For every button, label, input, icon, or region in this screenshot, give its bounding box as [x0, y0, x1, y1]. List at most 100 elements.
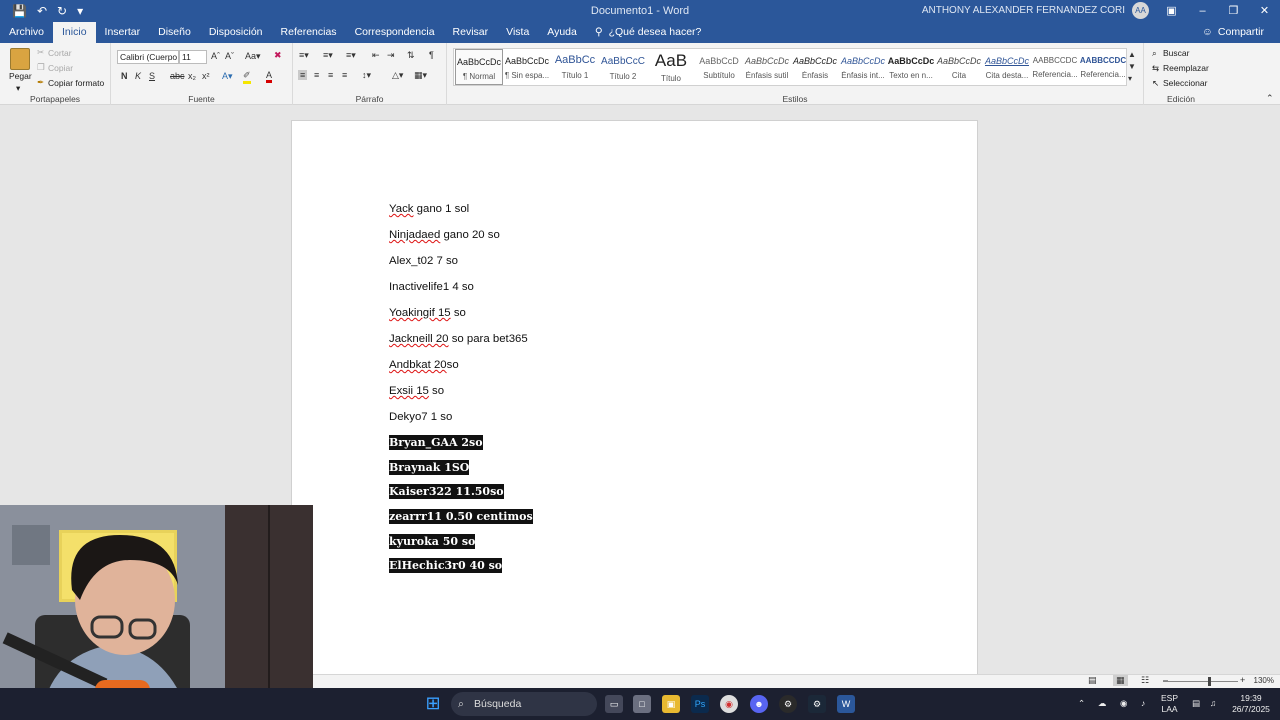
- numbering-icon[interactable]: ≡▾: [323, 50, 333, 61]
- zoom-in-icon[interactable]: +: [1240, 675, 1245, 685]
- clock[interactable]: 19:39 26/7/2025: [1228, 693, 1274, 715]
- doc-line[interactable]: Alex_t02 7 so: [389, 255, 458, 267]
- collapse-ribbon-icon[interactable]: ⌃: [1266, 93, 1274, 104]
- highlighted-line[interactable]: Kaiser322 11.50so: [389, 484, 504, 499]
- cut-button[interactable]: Cortar: [48, 48, 72, 58]
- tell-me-box[interactable]: ⚲ ¿Qué desea hacer?: [586, 22, 711, 43]
- italic-icon[interactable]: K: [135, 71, 141, 81]
- style-intense-quote[interactable]: AaBbCcDc Cita desta...: [983, 49, 1031, 85]
- app-icon[interactable]: □: [633, 695, 651, 713]
- avatar[interactable]: AA: [1132, 2, 1149, 19]
- bold-icon[interactable]: N: [121, 71, 128, 81]
- shrink-font-icon[interactable]: Aˇ: [225, 51, 234, 61]
- print-layout-icon[interactable]: ▦: [1113, 675, 1128, 686]
- discord-icon[interactable]: ☻: [750, 695, 768, 713]
- network-icon[interactable]: ▤: [1192, 698, 1200, 709]
- app-icon-2[interactable]: ⚙: [779, 695, 797, 713]
- doc-line[interactable]: Ninjadaed gano 20 so: [389, 229, 500, 241]
- change-case-icon[interactable]: Aa▾: [245, 51, 261, 62]
- highlighted-line[interactable]: zearrr11 0.50 centimos: [389, 509, 533, 524]
- style-subtle-emphasis[interactable]: AaBbCcDc Énfasis sutil: [743, 49, 791, 85]
- save-icon[interactable]: 💾: [12, 4, 27, 18]
- paste-button[interactable]: Pegar: [9, 71, 32, 81]
- styles-scroll-down-icon[interactable]: ▼: [1128, 62, 1136, 71]
- zoom-slider-thumb[interactable]: [1208, 677, 1211, 686]
- highlighted-line[interactable]: Bryan_GAA 2so: [389, 435, 483, 450]
- zoom-out-icon[interactable]: –: [1163, 675, 1168, 685]
- style-quote[interactable]: AaBbCcDc Cita: [935, 49, 983, 85]
- close-icon[interactable]: ✕: [1249, 0, 1280, 22]
- align-right-icon[interactable]: ≡: [328, 70, 333, 80]
- doc-line[interactable]: Andbkat 20so: [389, 359, 459, 371]
- chrome-icon[interactable]: ◉: [720, 695, 738, 713]
- zoom-slider[interactable]: [1163, 681, 1238, 682]
- tab-disposicion[interactable]: Disposición: [200, 22, 272, 43]
- redo-icon[interactable]: ↻: [57, 4, 67, 18]
- doc-line[interactable]: Inactivelife1 4 so: [389, 281, 474, 293]
- replace-button[interactable]: Reemplazar: [1163, 63, 1209, 73]
- doc-line[interactable]: Yack gano 1 sol: [389, 203, 469, 215]
- style-subtle-reference[interactable]: AABBCCDC Referencia...: [1031, 49, 1079, 85]
- style-title[interactable]: AaB Título: [647, 49, 695, 85]
- grow-font-icon[interactable]: Aˆ: [211, 51, 220, 61]
- copy-icon[interactable]: ❐: [37, 62, 45, 73]
- decrease-indent-icon[interactable]: ⇤: [372, 50, 380, 61]
- styles-more-icon[interactable]: ▾: [1128, 74, 1132, 83]
- copy-button[interactable]: Copiar: [48, 63, 73, 73]
- styles-scroll-up-icon[interactable]: ▲: [1128, 50, 1136, 59]
- align-center-icon[interactable]: ≡: [314, 70, 319, 80]
- format-painter-button[interactable]: Copiar formato: [48, 78, 104, 88]
- cloud-icon[interactable]: ☁: [1098, 698, 1107, 709]
- microphone-icon[interactable]: ♪: [1141, 698, 1145, 708]
- style-heading-2[interactable]: AaBbCcC Título 2: [599, 49, 647, 85]
- steam-icon[interactable]: ⚙: [808, 695, 826, 713]
- borders-icon[interactable]: ▦▾: [414, 70, 427, 81]
- share-button[interactable]: ☺ Compartir: [1202, 22, 1264, 43]
- doc-line[interactable]: Jackneill 20 so para bet365: [389, 333, 528, 345]
- highlighted-line[interactable]: ElHechic3r0 40 so: [389, 558, 503, 573]
- tab-revisar[interactable]: Revisar: [444, 22, 498, 43]
- underline-icon[interactable]: S: [149, 71, 155, 81]
- tray-chevron-icon[interactable]: ⌃: [1078, 698, 1085, 709]
- undo-icon[interactable]: ↶: [37, 4, 47, 18]
- clear-format-icon[interactable]: ✖: [274, 50, 282, 61]
- shading-icon[interactable]: △▾: [392, 70, 403, 81]
- tray-app-icon[interactable]: ◉: [1120, 698, 1127, 709]
- word-icon[interactable]: W: [837, 695, 855, 713]
- doc-line[interactable]: Yoakingif 15 so: [389, 307, 466, 319]
- multilevel-list-icon[interactable]: ≡▾: [346, 50, 356, 61]
- line-spacing-icon[interactable]: ↕▾: [362, 70, 371, 81]
- select-button[interactable]: Seleccionar: [1163, 78, 1207, 88]
- tab-referencias[interactable]: Referencias: [272, 22, 346, 43]
- zoom-level[interactable]: 130%: [1254, 676, 1274, 685]
- find-button[interactable]: Buscar: [1163, 48, 1189, 58]
- ribbon-display-icon[interactable]: ▣: [1156, 0, 1187, 22]
- style-subtitle[interactable]: AaBbCcD Subtítulo: [695, 49, 743, 85]
- style-intense-emphasis[interactable]: AaBbCcDc Énfasis int...: [839, 49, 887, 85]
- tab-vista[interactable]: Vista: [497, 22, 538, 43]
- justify-icon[interactable]: ≡: [342, 70, 347, 80]
- style-intense-reference[interactable]: AABBCCDC Referencia...: [1079, 49, 1127, 85]
- font-name-select[interactable]: Calibri (Cuerpo: [117, 50, 179, 64]
- brush-icon[interactable]: ✒: [37, 77, 44, 88]
- show-marks-icon[interactable]: ¶: [429, 50, 434, 60]
- scissors-icon[interactable]: ✂: [37, 47, 44, 58]
- highlighted-line[interactable]: kyuroka 50 so: [389, 534, 476, 549]
- tab-correspondencia[interactable]: Correspondencia: [346, 22, 444, 43]
- document-page[interactable]: Yack gano 1 sol Ninjadaed gano 20 so Ale…: [291, 120, 978, 680]
- volume-icon[interactable]: ♫: [1210, 698, 1216, 708]
- photoshop-icon[interactable]: Ps: [691, 695, 709, 713]
- restore-icon[interactable]: ❐: [1218, 0, 1249, 22]
- language-indicator[interactable]: ESP LAA: [1161, 693, 1178, 715]
- task-view-icon[interactable]: ▭: [605, 695, 623, 713]
- style-no-spacing[interactable]: AaBbCcDc ¶ Sin espa...: [503, 49, 551, 85]
- select-icon[interactable]: ↖: [1152, 78, 1159, 89]
- file-explorer-icon[interactable]: ▣: [662, 695, 680, 713]
- highlight-icon[interactable]: ✐: [243, 70, 251, 84]
- style-emphasis[interactable]: AaBbCcDc Énfasis: [791, 49, 839, 85]
- user-name[interactable]: ANTHONY ALEXANDER FERNANDEZ CORI: [922, 5, 1125, 16]
- increase-indent-icon[interactable]: ⇥: [387, 50, 395, 61]
- paste-dropdown-icon[interactable]: ▾: [16, 83, 20, 94]
- tab-ayuda[interactable]: Ayuda: [538, 22, 586, 43]
- text-effects-icon[interactable]: A▾: [222, 71, 233, 82]
